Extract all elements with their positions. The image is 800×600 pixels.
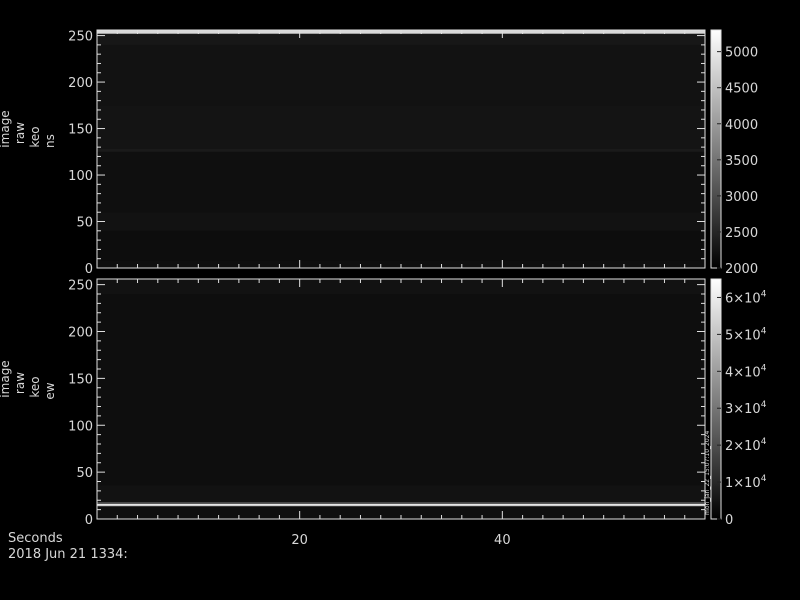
heatmap-band xyxy=(97,505,705,507)
y-tick-label: 100 xyxy=(68,419,93,434)
heatmap-band xyxy=(97,151,705,213)
y-axis-label-line: ns xyxy=(43,134,57,148)
y-tick-label: 50 xyxy=(76,216,93,231)
y-tick-label: 150 xyxy=(68,372,93,387)
y-axis-label-line: keo xyxy=(28,376,42,397)
colorbar-tick-label: 4×104 xyxy=(725,363,767,380)
colorbar-tick-label: 3000 xyxy=(725,190,758,205)
x-tick-label: 20 xyxy=(291,533,308,548)
y-axis-label-line: ew xyxy=(43,382,57,399)
date-label: 2018 Jun 21 1334: xyxy=(8,547,128,562)
y-tick-label: 200 xyxy=(68,76,93,91)
y-tick-label: 0 xyxy=(85,262,93,277)
heatmap-band xyxy=(97,149,705,152)
x-tick-label: 40 xyxy=(494,533,511,548)
colorbar-tick-label: 2×104 xyxy=(725,437,767,454)
heatmap-band xyxy=(97,485,705,503)
colorbar-tick-label: 4000 xyxy=(725,118,758,133)
heatmap-band xyxy=(97,230,705,261)
colorbar-tick-label: 2000 xyxy=(725,262,758,277)
y-tick-label: 250 xyxy=(68,279,93,294)
y-axis-label-line: image xyxy=(0,110,12,147)
y-axis-label-line: image xyxy=(0,360,12,397)
colorbar-tick-label: 6×104 xyxy=(725,289,767,306)
y-axis-label-line: raw xyxy=(13,122,27,144)
y-tick-label: 250 xyxy=(68,30,93,45)
heatmap-band xyxy=(97,44,705,106)
colorbar xyxy=(710,278,722,520)
colorbar-tick-label: 5000 xyxy=(725,46,758,61)
y-tick-label: 0 xyxy=(85,513,93,528)
y-tick-label: 50 xyxy=(76,466,93,481)
keogram-figure: 050100150200250image raw keo ns200025003000… xyxy=(0,29,767,548)
heatmap-band xyxy=(97,294,705,486)
colorbar-tick-label: 4500 xyxy=(725,82,758,97)
colorbar-tick-label: 3×104 xyxy=(725,400,767,417)
y-tick-label: 100 xyxy=(68,169,93,184)
y-axis-label-line: raw xyxy=(13,372,27,394)
x-axis-title: Seconds xyxy=(8,531,63,546)
colorbar-tick-label: 3500 xyxy=(725,154,758,169)
heatmap-band xyxy=(97,504,705,506)
heatmap-band xyxy=(97,212,705,231)
heatmap-band xyxy=(97,502,705,504)
heatmap-band xyxy=(97,33,705,45)
y-axis-label-line: keo xyxy=(28,126,42,147)
colorbar-tick-label: 5×104 xyxy=(725,326,767,343)
render-timestamp: mon_jan_22_15:07:10_2024 xyxy=(704,431,711,515)
y-tick-label: 150 xyxy=(68,123,93,138)
colorbar-tick-label: 2500 xyxy=(725,226,758,241)
colorbar-tick-label: 1×104 xyxy=(725,474,767,491)
y-tick-label: 200 xyxy=(68,326,93,341)
heatmap-band xyxy=(97,105,705,149)
colorbar-tick-label: 0 xyxy=(725,513,733,528)
